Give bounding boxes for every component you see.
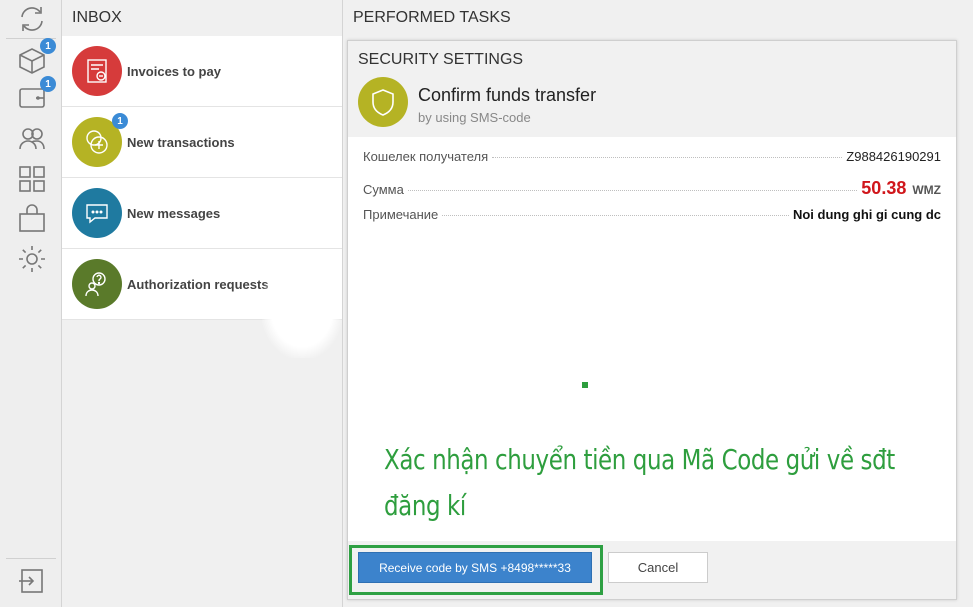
- contacts-icon[interactable]: [14, 122, 50, 156]
- recipient-purse: Z988426190291: [846, 149, 941, 164]
- detail-row-note: Примечание Noi dung ghi gi cung dc: [363, 207, 941, 236]
- open-box-icon[interactable]: 1: [14, 38, 56, 76]
- receive-sms-code-button[interactable]: Receive code by SMS +8498*****33: [358, 552, 592, 583]
- dialog-section-title: SECURITY SETTINGS: [358, 51, 524, 68]
- inbox-title: INBOX: [62, 0, 342, 36]
- leader-dots: [492, 157, 843, 158]
- shopping-bag-icon[interactable]: [14, 202, 50, 236]
- coins-plus-icon: 1: [72, 113, 128, 167]
- green-dot: [582, 382, 588, 388]
- dialog-header: SECURITY SETTINGS Confirm funds transfer…: [348, 41, 956, 137]
- detail-row-amount: Сумма 50.38 WMZ: [363, 178, 941, 207]
- confirm-title: Confirm funds transfer: [418, 85, 597, 105]
- shield-icon: [358, 77, 408, 127]
- detail-key: Примечание: [363, 207, 439, 222]
- notification-badge: 1: [112, 113, 128, 129]
- inbox-item-label: New transactions: [127, 134, 235, 150]
- leader-dots: [442, 215, 789, 216]
- security-dialog: SECURITY SETTINGS Confirm funds transfer…: [347, 40, 957, 600]
- detail-key: Сумма: [363, 182, 404, 197]
- user-question-icon: [72, 259, 122, 309]
- transfer-details: Кошелек получателя Z988426190291 Сумма 5…: [363, 149, 941, 236]
- inbox-item-transactions[interactable]: 1 New transactions: [62, 107, 342, 178]
- inbox-item-invoices[interactable]: Invoices to pay: [62, 36, 342, 107]
- left-nav-rail: 1 1: [0, 0, 62, 607]
- detail-key: Кошелек получателя: [363, 149, 489, 164]
- leader-dots: [407, 190, 858, 191]
- notification-badge: 1: [40, 38, 56, 54]
- chat-icon: [72, 188, 122, 238]
- inbox-item-messages[interactable]: New messages: [62, 178, 342, 249]
- wallet-icon[interactable]: 1: [14, 76, 56, 114]
- annotation-line-2: đăng kí: [384, 489, 466, 522]
- dialog-footer: Receive code by SMS +8498*****33 Cancel: [348, 541, 956, 599]
- amount-value: 50.38: [861, 178, 907, 198]
- inbox-item-label: New messages: [127, 205, 221, 221]
- erased-area: [262, 258, 342, 358]
- inbox-item-label: Authorization requests: [127, 276, 269, 292]
- invoice-icon: [72, 46, 122, 96]
- annotation-text: Xác nhận chuyển tiền qua Mã Code gửi về …: [384, 437, 909, 529]
- tasks-title: PERFORMED TASKS: [343, 0, 973, 36]
- detail-row-recipient: Кошелек получателя Z988426190291: [363, 149, 941, 178]
- logout-icon[interactable]: [14, 564, 50, 598]
- apps-grid-icon[interactable]: [14, 162, 50, 196]
- inbox-item-label: Invoices to pay: [127, 63, 221, 79]
- rail-divider: [6, 558, 56, 559]
- notification-badge: 1: [40, 76, 56, 92]
- annotation-line-1: Xác nhận chuyển tiền qua Mã Code gửi về …: [384, 443, 895, 476]
- gear-icon[interactable]: [14, 242, 50, 276]
- refresh-icon[interactable]: [14, 2, 50, 36]
- cancel-button[interactable]: Cancel: [608, 552, 708, 583]
- note-value: Noi dung ghi gi cung dc: [792, 207, 941, 222]
- confirm-subtitle: by using SMS-code: [418, 110, 531, 125]
- currency-code: WMZ: [912, 183, 941, 197]
